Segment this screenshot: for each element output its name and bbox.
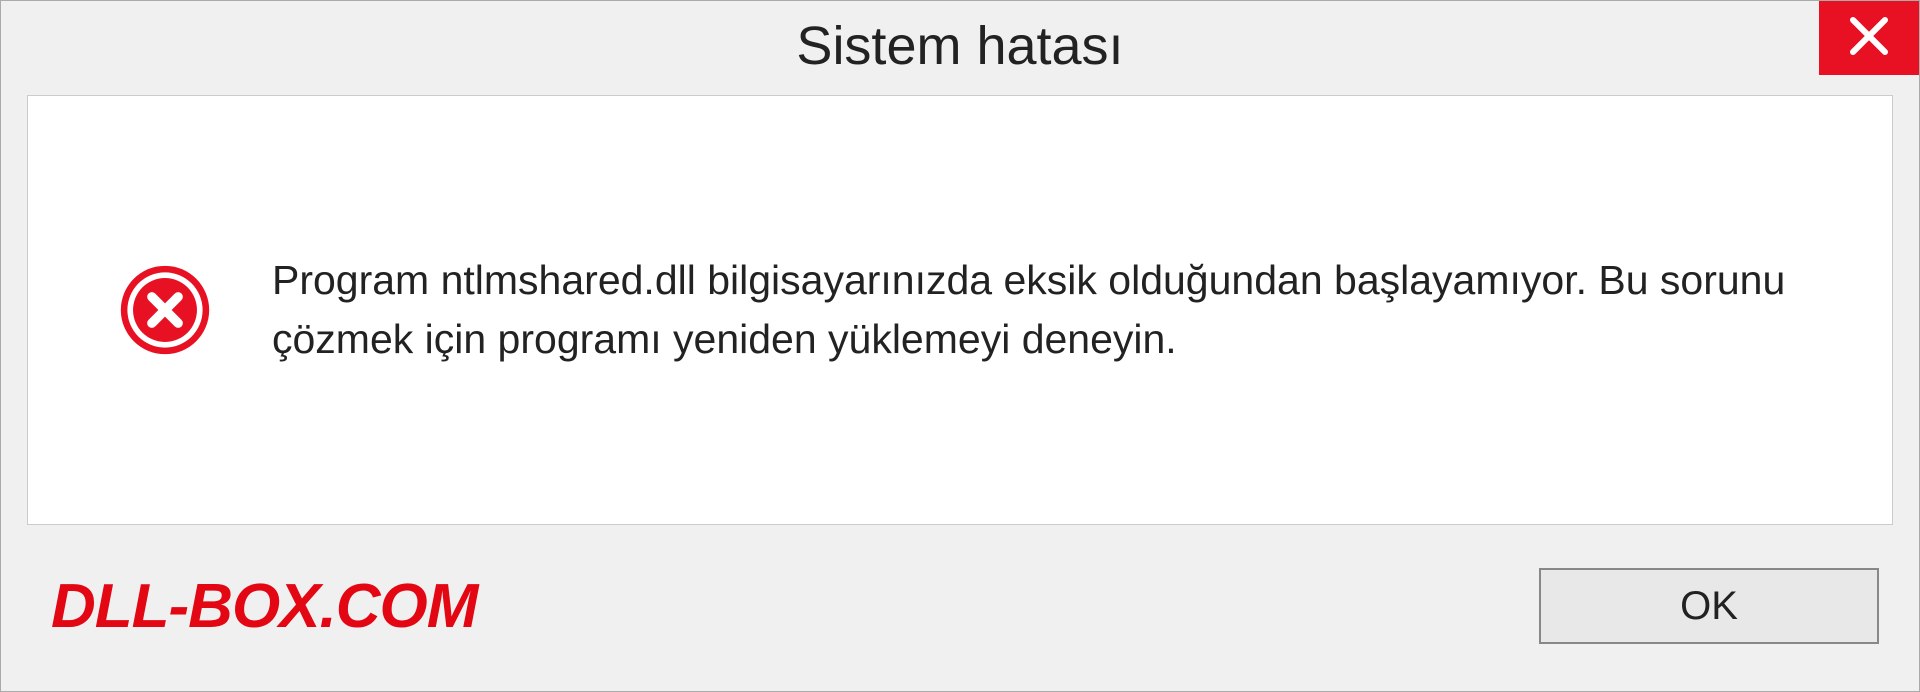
titlebar: Sistem hatası [1,1,1919,95]
error-message: Program ntlmshared.dll bilgisayarınızda … [272,251,1832,370]
error-icon [118,263,212,357]
close-icon [1847,14,1891,63]
dialog-title: Sistem hatası [1,1,1919,77]
error-dialog: Sistem hatası Program ntlmshared.dll bil… [0,0,1920,692]
ok-button[interactable]: OK [1539,568,1879,644]
close-button[interactable] [1819,1,1919,75]
content-panel: Program ntlmshared.dll bilgisayarınızda … [27,95,1893,525]
dialog-footer: DLL-BOX.COM OK [1,551,1919,691]
watermark-text: DLL-BOX.COM [51,571,477,642]
